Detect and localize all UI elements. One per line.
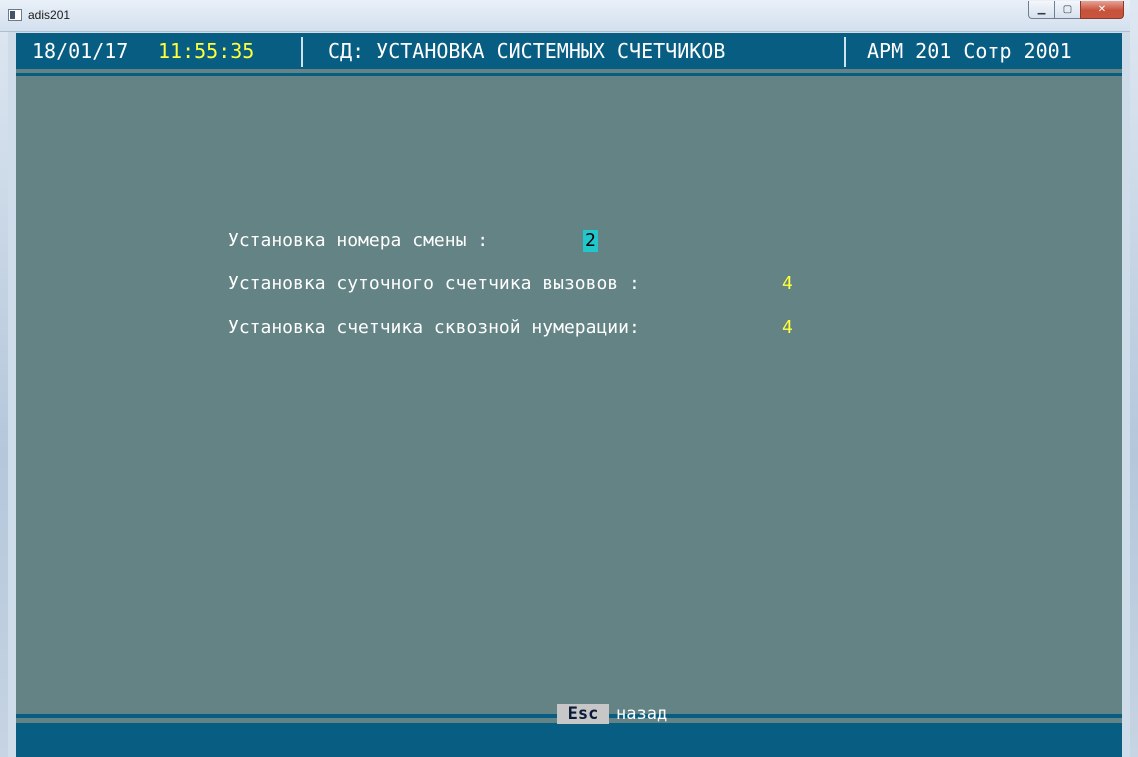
screen-title: СД: УСТАНОВКА СИСТЕМНЫХ СЧЕТЧИКОВ [328, 39, 726, 63]
close-icon: ✕ [1097, 4, 1107, 15]
window-controls: ▁ ▢ ✕ [1028, 1, 1124, 21]
window-title: adis201 [28, 8, 71, 22]
shift-number-input[interactable]: 2 [583, 230, 598, 252]
daily-counter-input[interactable]: 4 [782, 273, 793, 295]
app-window: adis201 ▁ ▢ ✕ 18/01/17 11:55:35 СД: УСТА… [0, 0, 1138, 757]
through-counter-label: Установка счетчика сквозной нумерации: [228, 317, 640, 338]
maximize-button[interactable]: ▢ [1054, 1, 1080, 19]
minimize-button[interactable]: ▁ [1028, 1, 1054, 19]
console-app-icon [8, 9, 22, 21]
workstation-info: АРМ 201 Сотр 2001 [867, 39, 1072, 63]
header-divider [301, 37, 303, 67]
header-divider [844, 37, 846, 67]
esc-key-label: назад [616, 704, 668, 724]
daily-counter-label: Установка суточного счетчика вызовов : [228, 273, 640, 294]
header-date: 18/01/17 [32, 39, 129, 63]
esc-key-button[interactable]: Esc [557, 704, 609, 724]
maximize-icon: ▢ [1062, 4, 1073, 15]
footer-bar [16, 723, 1122, 757]
shift-number-label: Установка номера смены : [228, 230, 489, 251]
close-button[interactable]: ✕ [1080, 1, 1124, 19]
minimize-icon: ▁ [1037, 4, 1046, 15]
header-underline [16, 73, 1122, 76]
header-clock: 11:55:35 [158, 39, 255, 63]
through-counter-input[interactable]: 4 [782, 317, 793, 339]
terminal-screen: 18/01/17 11:55:35 СД: УСТАНОВКА СИСТЕМНЫ… [16, 33, 1122, 757]
window-titlebar[interactable]: adis201 ▁ ▢ ✕ [0, 0, 1138, 32]
